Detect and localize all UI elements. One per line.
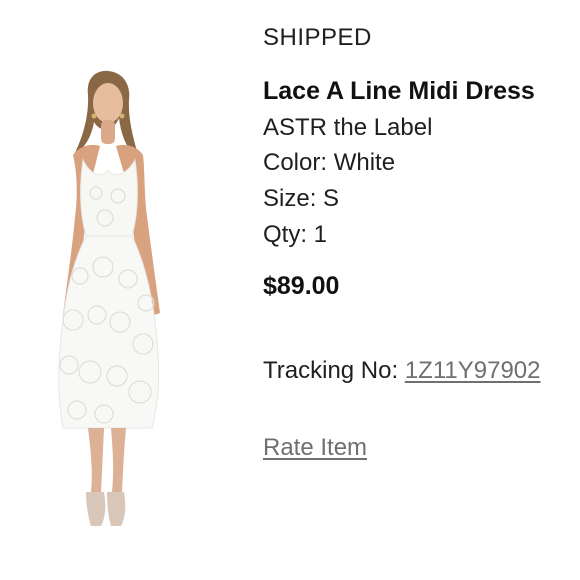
product-title: Lace A Line Midi Dress <box>263 77 535 105</box>
brand-name: ASTR the Label <box>263 114 433 141</box>
product-quantity: Qty: 1 <box>263 221 328 248</box>
shipment-status: SHIPPED <box>263 24 372 51</box>
tracking-label: Tracking No: <box>263 357 405 384</box>
rate-item-link[interactable]: Rate Item <box>263 434 367 462</box>
product-color: Color: White <box>263 149 396 176</box>
product-size: Size: S <box>263 185 340 212</box>
tracking-row: Tracking No: 1Z11Y97902 <box>263 357 541 385</box>
product-price: $89.00 <box>263 272 340 300</box>
product-image <box>0 0 200 580</box>
tracking-number-link[interactable]: 1Z11Y97902 <box>405 357 541 384</box>
